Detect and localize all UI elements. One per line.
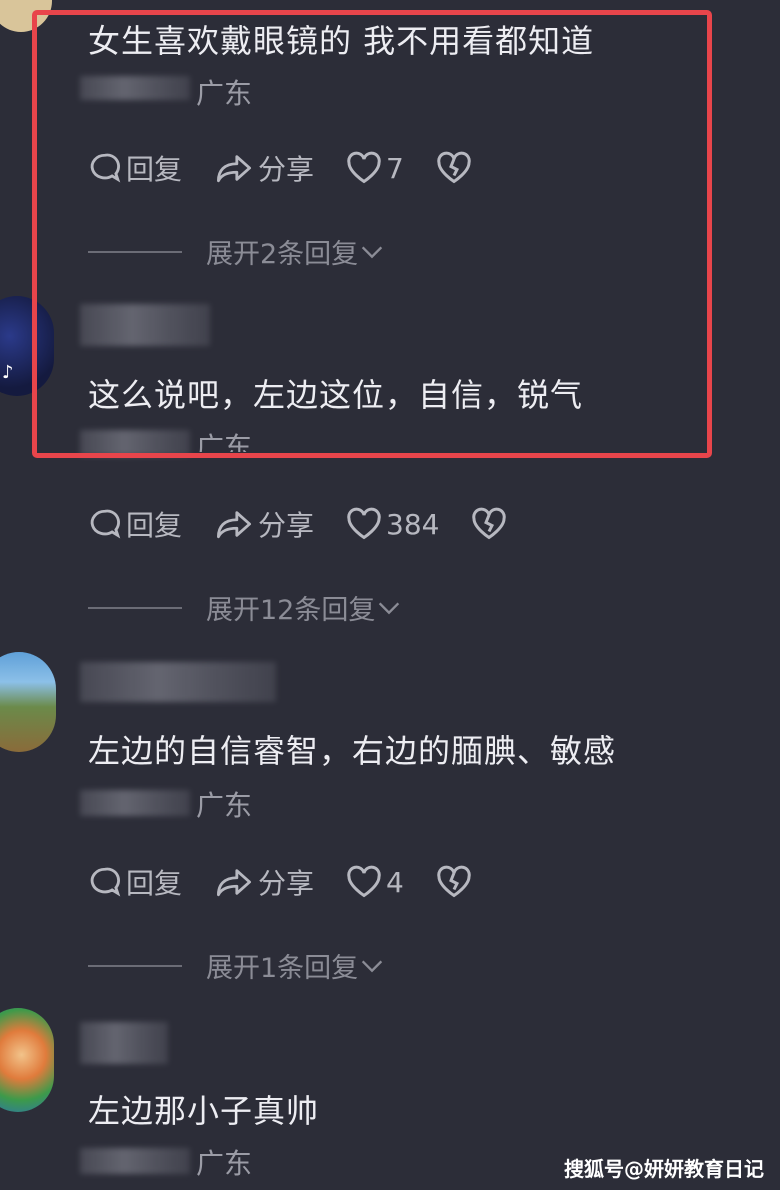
comment-location: 广东 [196, 1147, 253, 1180]
tiktok-logo-icon: ♪ [2, 362, 14, 383]
reply-label: 回复 [126, 867, 183, 900]
share-label: 分享 [258, 867, 315, 900]
broken-heart-icon [472, 507, 507, 540]
username-blurred [80, 1022, 168, 1064]
avatar[interactable] [0, 652, 56, 752]
share-button[interactable]: 分享 [214, 862, 314, 902]
comment-actions: 回复 分享 384 [88, 504, 543, 544]
comment-bubble-icon [90, 867, 121, 897]
comment-location: 广东 [196, 789, 253, 822]
dislike-button[interactable] [471, 507, 511, 541]
reply-label: 回复 [126, 509, 183, 542]
heart-icon [347, 507, 381, 540]
chevron-down-icon [379, 602, 400, 614]
reply-button[interactable]: 回复 [88, 862, 182, 902]
dislike-button[interactable] [436, 865, 476, 899]
username-blurred [80, 790, 190, 816]
divider-line [88, 964, 182, 967]
comment-bubble-icon [90, 509, 121, 539]
share-arrow-icon [217, 511, 252, 539]
like-button[interactable]: 384 [346, 507, 439, 541]
reply-button[interactable]: 回复 [88, 504, 182, 544]
expand-replies[interactable]: 展开1条回复 [88, 946, 386, 985]
username-blurred [80, 1148, 190, 1174]
highlight-box [32, 10, 712, 458]
avatar[interactable] [0, 1008, 54, 1112]
chevron-down-icon [362, 960, 383, 972]
like-button[interactable]: 4 [346, 865, 404, 899]
like-count: 4 [386, 865, 404, 899]
share-label: 分享 [258, 509, 315, 542]
expand-replies[interactable]: 展开12条回复 [88, 588, 403, 627]
like-count: 384 [386, 507, 440, 541]
username-blurred [80, 662, 276, 702]
broken-heart-icon [437, 865, 471, 898]
share-arrow-icon [217, 869, 252, 897]
comment-text: 左边那小子真帅 [88, 1092, 320, 1130]
expand-label: 展开1条回复 [206, 953, 359, 984]
watermark: 搜狐号@妍妍教育日记 [564, 1157, 764, 1181]
heart-icon [347, 865, 381, 898]
expand-label: 展开12条回复 [206, 595, 376, 626]
comment-text: 左边的自信睿智，右边的腼腆、敏感 [88, 732, 617, 770]
divider-line [88, 606, 182, 609]
comment-actions: 回复 分享 4 [88, 862, 508, 902]
share-button[interactable]: 分享 [214, 504, 314, 544]
